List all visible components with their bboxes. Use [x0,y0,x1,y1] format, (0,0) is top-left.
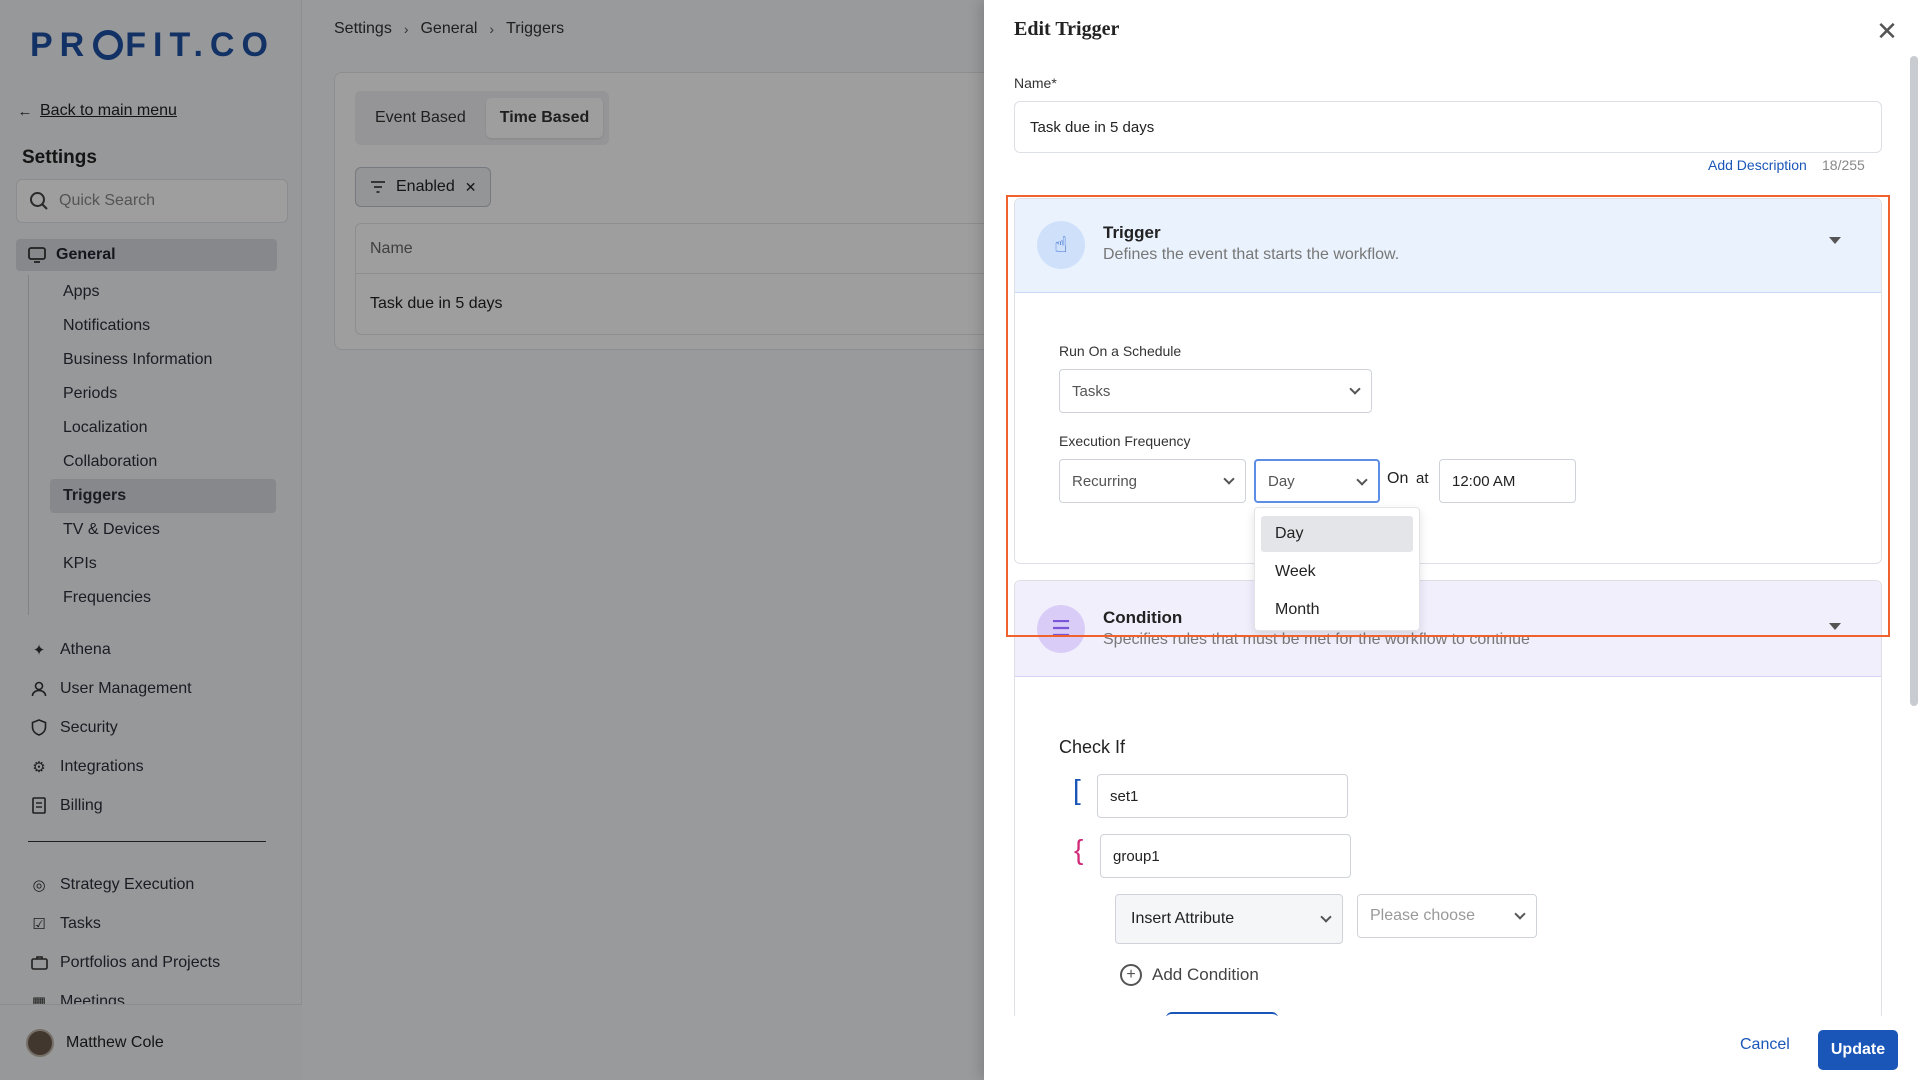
close-icon[interactable]: ✕ [1872,16,1902,46]
check-if-label: Check If [1059,737,1126,757]
cancel-button[interactable]: Cancel [1740,1036,1790,1054]
please-choose-select[interactable]: Please choose [1357,894,1537,938]
group-name-input[interactable]: group1 [1100,834,1351,878]
add-condition-label: Add Condition [1152,965,1259,984]
modal-backdrop[interactable] [0,0,984,1080]
set-name-input[interactable]: set1 [1097,774,1348,818]
insert-attribute-select[interactable]: Insert Attribute [1115,894,1343,944]
add-condition-button[interactable]: + Add Condition [1120,964,1259,986]
chevron-down-icon [1514,908,1526,920]
update-button[interactable]: Update [1818,1030,1898,1070]
name-label: Name* [1014,75,1057,91]
group-brace-icon: { [1074,834,1084,865]
highlight-box [1006,195,1890,637]
char-counter: 18/255 [1822,157,1865,173]
add-description-link[interactable]: Add Description [1708,157,1807,173]
please-choose-placeholder: Please choose [1370,907,1475,924]
insert-attribute-value: Insert Attribute [1131,910,1235,927]
drawer-title: Edit Trigger [1014,18,1120,40]
plus-circle-icon: + [1120,964,1142,986]
trigger-name-input[interactable]: Task due in 5 days [1014,101,1882,153]
drawer-scrollbar[interactable] [1910,56,1918,706]
set-bracket-icon: [ [1073,774,1081,805]
chevron-down-icon [1320,911,1332,923]
